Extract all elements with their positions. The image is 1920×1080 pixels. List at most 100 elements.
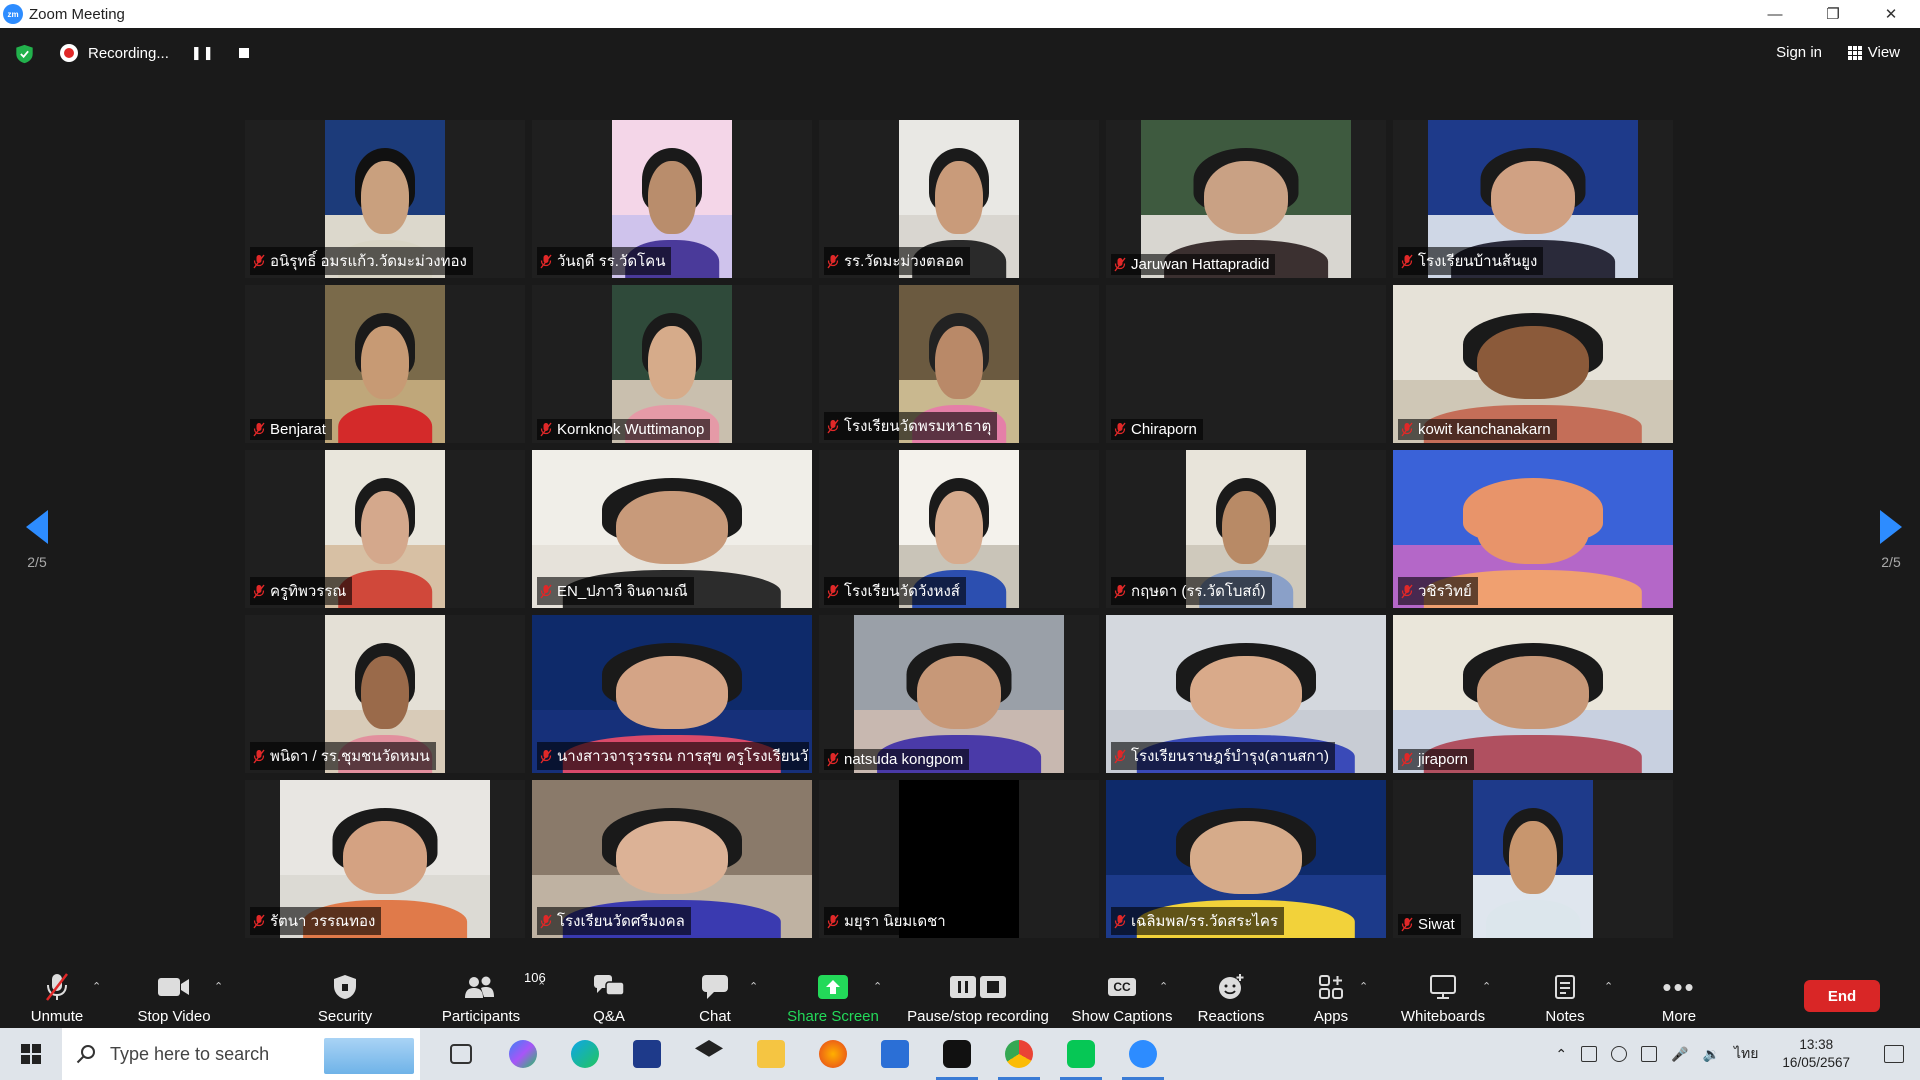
participant-tile[interactable]: Siwat (1393, 780, 1673, 938)
camera-icon (157, 970, 191, 1004)
start-button[interactable] (0, 1028, 62, 1080)
chrome-icon[interactable] (988, 1028, 1050, 1080)
pause-stop-recording-button[interactable]: Pause/stop recording (904, 958, 1052, 1028)
participant-name-label: มยุรา นิยมเดชา (824, 907, 952, 935)
pause-recording-icon[interactable]: ❚❚ (191, 45, 215, 61)
participant-tile[interactable]: กฤษดา (รร.วัดโบสถ์) (1106, 450, 1386, 608)
apps-label: Apps (1313, 1008, 1349, 1025)
participant-tile[interactable]: นางสาวจารุวรรณ การสุข ครูโรงเรียนวั... (532, 615, 812, 773)
notes-options-caret[interactable]: ⌃ (1604, 980, 1613, 993)
right-arrow-icon (1880, 510, 1902, 544)
taskbar-apps (430, 1028, 1174, 1080)
sign-in-button[interactable]: Sign in (1776, 44, 1822, 61)
edge-icon[interactable] (554, 1028, 616, 1080)
view-button[interactable]: View (1847, 44, 1900, 61)
show-captions-button[interactable]: CC Show Captions (1070, 958, 1174, 1028)
share-screen-icon (818, 970, 848, 1004)
copilot-icon[interactable] (492, 1028, 554, 1080)
zoom-taskbar-icon[interactable] (1112, 1028, 1174, 1080)
reactions-button[interactable]: Reactions (1196, 958, 1266, 1028)
security-button[interactable]: Security (312, 958, 378, 1028)
participant-tile[interactable]: ครูทิพวรรณ (245, 450, 525, 608)
dropbox-icon[interactable] (678, 1028, 740, 1080)
unmute-button[interactable]: Unmute (28, 958, 86, 1028)
stop-video-button[interactable]: Stop Video (136, 958, 212, 1028)
participant-tile[interactable]: วันฤดี รร.วัดโคน (532, 120, 812, 278)
microphone-tray-icon[interactable]: 🎤 (1671, 1046, 1688, 1063)
restore-button[interactable]: ❐ (1804, 0, 1862, 28)
share-screen-button[interactable]: Share Screen (786, 958, 880, 1028)
participant-tile[interactable]: อนิรุทธิ์ อมรแก้ว.วัดมะม่วงทอง (245, 120, 525, 278)
file-explorer-icon[interactable] (740, 1028, 802, 1080)
participants-button[interactable]: 106 Participants (434, 958, 546, 1028)
participant-name-label: พนิดา / รร.ชุมชนวัดหมน (250, 742, 436, 770)
participant-tile[interactable]: มยุรา นิยมเดชา (819, 780, 1099, 938)
notifications-icon[interactable] (1884, 1045, 1904, 1063)
audio-options-caret[interactable]: ⌃ (92, 980, 101, 993)
participants-options-caret[interactable]: ⌃ (537, 980, 546, 993)
encryption-shield-icon[interactable] (15, 44, 34, 64)
muted-mic-icon (1114, 257, 1126, 272)
video-options-caret[interactable]: ⌃ (214, 980, 223, 993)
pause-stop-recording-label: Pause/stop recording (907, 1008, 1049, 1025)
participant-tile[interactable]: เฉลิมพล/รร.วัดสระไคร (1106, 780, 1386, 938)
volume-icon[interactable]: 🔉 (1703, 1046, 1720, 1063)
participant-tile[interactable]: Chiraporn (1106, 285, 1386, 443)
participant-tile[interactable]: รัตนา วรรณทอง (245, 780, 525, 938)
end-meeting-button[interactable]: End (1804, 980, 1880, 1012)
taskbar-search[interactable]: Type here to search (62, 1028, 420, 1080)
network-status-icon[interactable] (1581, 1046, 1598, 1062)
language-indicator[interactable]: ไทย (1734, 1043, 1758, 1065)
participant-tile[interactable]: EN_ปภาวี จินดามณี (532, 450, 812, 608)
chat-button[interactable]: Chat (690, 958, 740, 1028)
participant-name-label: วันฤดี รร.วัดโคน (537, 247, 672, 275)
muted-mic-icon (540, 749, 552, 763)
participant-tile[interactable]: โรงเรียนวัดพรมหาธาตุ (819, 285, 1099, 443)
participant-tile[interactable]: วชิรวิทย์ (1393, 450, 1673, 608)
more-button[interactable]: ••• More (1655, 958, 1703, 1028)
taskbar-clock[interactable]: 13:38 16/05/2567 (1782, 1036, 1850, 1072)
minimize-button[interactable]: — (1746, 0, 1804, 28)
reactions-label: Reactions (1197, 1008, 1265, 1025)
participant-tile[interactable]: Benjarat (245, 285, 525, 443)
participant-tile[interactable]: โรงเรียนราษฎร์บำรุง(ลานสกา) (1106, 615, 1386, 773)
firefox-icon[interactable] (802, 1028, 864, 1080)
participant-tile[interactable]: jiraporn (1393, 615, 1673, 773)
participant-tile[interactable]: รร.วัดมะม่วงตลอด (819, 120, 1099, 278)
whiteboards-options-caret[interactable]: ⌃ (1482, 980, 1491, 993)
participant-name-label: โรงเรียนบ้านส้นยูง (1398, 247, 1544, 275)
battery-icon[interactable] (1641, 1046, 1658, 1062)
muted-mic-icon (253, 914, 265, 928)
clock-time: 13:38 (1799, 1037, 1834, 1052)
participant-tile[interactable]: โรงเรียนวัดวังหงส์ (819, 450, 1099, 608)
captions-options-caret[interactable]: ⌃ (1159, 980, 1168, 993)
participant-name-label: Jaruwan Hattapradid (1111, 254, 1276, 275)
mail-icon[interactable] (864, 1028, 926, 1080)
store-icon[interactable] (616, 1028, 678, 1080)
chat-options-caret[interactable]: ⌃ (749, 980, 758, 993)
apps-button[interactable]: Apps (1310, 958, 1352, 1028)
qa-button[interactable]: Q&A (582, 958, 636, 1028)
participant-tile[interactable]: Jaruwan Hattapradid (1106, 120, 1386, 278)
share-options-caret[interactable]: ⌃ (873, 980, 882, 993)
onedrive-icon[interactable] (1611, 1046, 1628, 1062)
webex-icon[interactable] (926, 1028, 988, 1080)
show-hidden-icons-icon[interactable]: ⌃ (1555, 1046, 1567, 1063)
participant-tile[interactable]: โรงเรียนบ้านส้นยูง (1393, 120, 1673, 278)
participant-tile[interactable]: natsuda kongpom (819, 615, 1099, 773)
apps-options-caret[interactable]: ⌃ (1359, 980, 1368, 993)
participant-tile[interactable]: kowit kanchanakarn (1393, 285, 1673, 443)
line-icon[interactable] (1050, 1028, 1112, 1080)
next-page-button[interactable]: 2/5 (1876, 510, 1906, 570)
previous-page-button[interactable]: 2/5 (22, 510, 52, 570)
task-view-icon[interactable] (430, 1028, 492, 1080)
participant-name: โรงเรียนวัดศรีมงคล (557, 913, 685, 930)
participant-name-label: โรงเรียนราษฎร์บำรุง(ลานสกา) (1111, 742, 1336, 770)
participant-tile[interactable]: โรงเรียนวัดศรีมงคล (532, 780, 812, 938)
whiteboards-button[interactable]: Whiteboards (1398, 958, 1488, 1028)
notes-button[interactable]: Notes (1542, 958, 1588, 1028)
stop-recording-icon[interactable] (238, 48, 249, 58)
participant-tile[interactable]: Kornknok Wuttimanop (532, 285, 812, 443)
participant-tile[interactable]: พนิดา / รร.ชุมชนวัดหมน (245, 615, 525, 773)
close-button[interactable]: ✕ (1862, 0, 1920, 28)
